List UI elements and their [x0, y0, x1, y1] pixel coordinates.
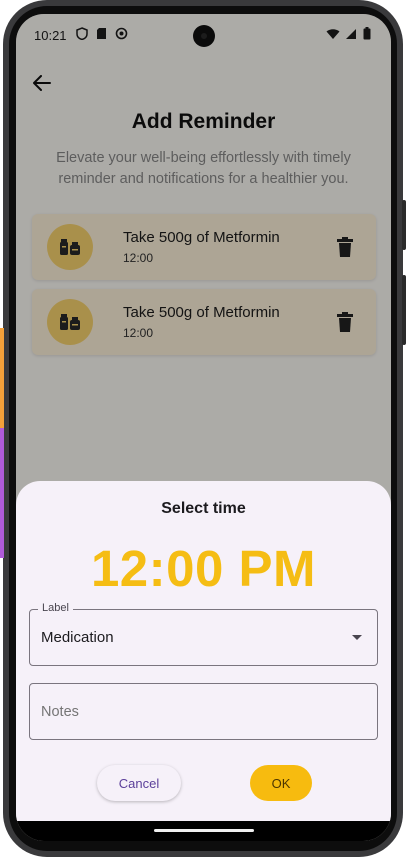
edge-accent [0, 328, 4, 428]
volume-button [402, 275, 406, 345]
ok-button[interactable]: OK [250, 765, 312, 801]
time-picker-sheet: Select time 12:00 PM Label Medication Ca… [16, 481, 391, 821]
notes-input[interactable] [41, 704, 341, 720]
home-handle[interactable] [154, 829, 254, 832]
label-dropdown-value: Medication [41, 629, 114, 646]
selected-time[interactable]: 12:00 PM [16, 539, 391, 598]
power-button [402, 200, 406, 250]
cancel-button[interactable]: Cancel [97, 765, 181, 801]
dropdown-caret-icon [352, 635, 362, 640]
phone-frame: 10:21 Add Reminder Elevate your well-bei… [0, 0, 406, 857]
notes-field[interactable] [29, 683, 378, 740]
edge-accent [0, 428, 4, 558]
sheet-title: Select time [161, 500, 246, 517]
gesture-nav-bar [16, 821, 391, 841]
label-dropdown[interactable]: Label Medication [29, 602, 378, 666]
label-dropdown-label: Label [38, 602, 73, 614]
screen: 10:21 Add Reminder Elevate your well-bei… [16, 14, 391, 841]
